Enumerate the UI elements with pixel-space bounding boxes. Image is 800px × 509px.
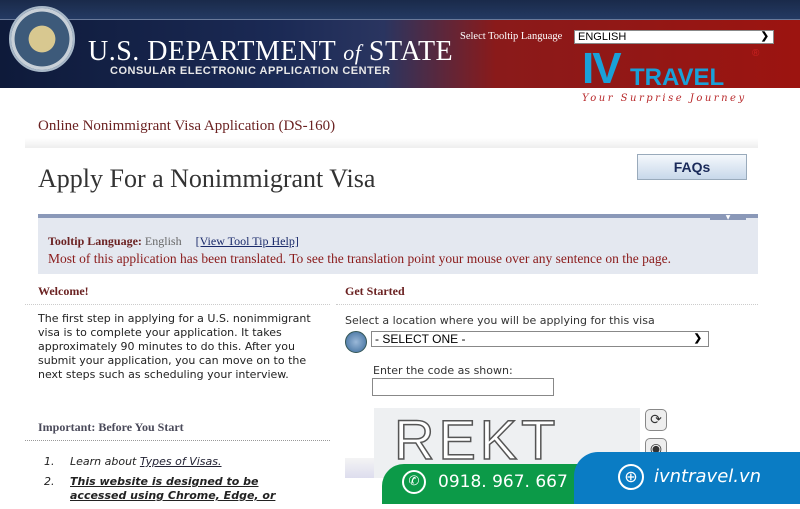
important-list: 1. Learn about Types of Visas. 2. This web…	[44, 455, 300, 509]
item-number: 1.	[44, 455, 55, 468]
item-number: 2.	[44, 475, 55, 488]
chevron-down-icon: ❯	[760, 31, 769, 42]
title-of: of	[343, 40, 362, 65]
divider	[25, 440, 330, 441]
code-label: Enter the code as shown:	[373, 364, 513, 377]
refresh-captcha-icon[interactable]: ⟳	[645, 409, 667, 431]
collapse-toggle[interactable]: ▼	[710, 214, 746, 221]
faqs-button[interactable]: FAQs	[637, 154, 747, 180]
captcha-input[interactable]	[372, 378, 554, 396]
tooltip-language-select[interactable]: ENGLISH ❯	[574, 30, 774, 44]
globe-icon: ⊕	[618, 464, 644, 490]
logo-slogan: Your Surprise Journey	[582, 93, 747, 104]
item-text: Learn about	[70, 455, 140, 468]
title-main: U.S. DEPARTMENT	[88, 36, 344, 67]
tooltip-panel: ▼ Tooltip Language: English [View Tool Ti…	[38, 214, 758, 274]
site-subtitle: CONSULAR ELECTRONIC APPLICATION CENTER	[110, 65, 391, 77]
application-subtitle: Online Nonimmigrant Visa Application (DS…	[38, 118, 336, 134]
location-select[interactable]: - SELECT ONE - ❯	[371, 331, 709, 347]
list-item: 1. Learn about Types of Visas.	[44, 455, 300, 469]
website-banner[interactable]: ⊕ ivntravel.vn	[574, 452, 800, 504]
state-department-seal-icon	[9, 6, 75, 72]
tooltip-language-heading: Tooltip Language:	[48, 234, 142, 248]
welcome-heading: Welcome!	[38, 284, 89, 298]
divider	[336, 304, 758, 305]
welcome-text: The first step in applying for a U.S. no…	[38, 312, 311, 381]
divider	[25, 304, 330, 305]
site-title: U.S. DEPARTMENT of STATE	[88, 36, 453, 68]
location-value: - SELECT ONE -	[375, 332, 466, 346]
get-started-heading: Get Started	[345, 284, 405, 298]
types-of-visas-link[interactable]: Types of Visas.	[140, 455, 222, 468]
phone-number: 0918. 967. 667	[438, 472, 568, 492]
title-state: STATE	[361, 36, 454, 67]
location-label: Select a location where you will be appl…	[345, 314, 655, 327]
website-url: ivntravel.vn	[654, 466, 762, 487]
list-item: 2. This website is designed to be accesse…	[44, 475, 300, 503]
page-title: Apply For a Nonimmigrant Visa	[38, 164, 376, 193]
item-text: This website is designed to be accessed …	[70, 475, 276, 502]
chevron-down-icon: ❯	[693, 333, 702, 344]
divider-band	[25, 138, 758, 148]
important-heading: Important: Before You Start	[38, 420, 184, 434]
globe-icon	[345, 331, 367, 353]
phone-icon: ✆	[402, 470, 426, 494]
tooltip-language-value: ENGLISH	[578, 31, 627, 43]
tooltip-language-label: Select Tooltip Language	[460, 31, 563, 42]
view-tooltip-help-link[interactable]: [View Tool Tip Help]	[196, 234, 299, 248]
header-strip	[0, 0, 800, 20]
phone-banner[interactable]: ✆ 0918. 967. 667	[382, 464, 602, 504]
translation-message: Most of this application has been transl…	[48, 251, 672, 266]
tooltip-language-current: English	[144, 234, 182, 248]
